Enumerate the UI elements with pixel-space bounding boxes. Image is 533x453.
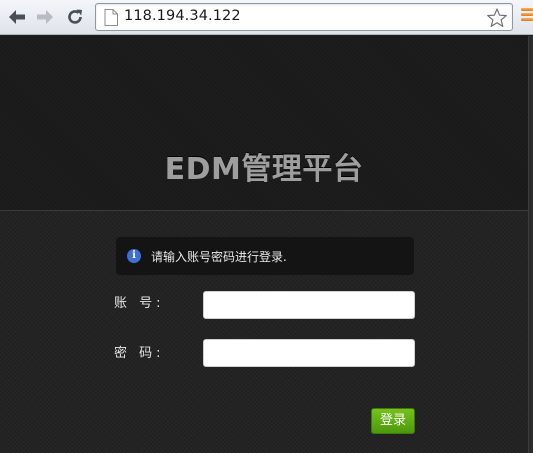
login-button[interactable]: 登录 <box>371 408 415 434</box>
menu-icon[interactable] <box>521 8 533 26</box>
forward-arrow-icon <box>37 10 53 24</box>
page-title: EDM管理平台 <box>164 152 364 187</box>
account-input[interactable] <box>203 291 415 319</box>
browser-toolbar: 118.194.34.122 <box>0 0 533 35</box>
page-icon <box>104 9 118 26</box>
info-icon: i <box>127 249 141 263</box>
reload-icon <box>68 9 82 24</box>
password-label: 密 码: <box>114 346 165 361</box>
header-band: EDM管理平台 <box>0 36 528 211</box>
login-page: EDM管理平台 i 请输入账号密码进行登录. 账 号: 密 码: 登录 <box>0 36 533 453</box>
password-input[interactable] <box>203 339 415 367</box>
info-alert: i 请输入账号密码进行登录. <box>116 237 414 275</box>
scrollbar[interactable] <box>528 36 533 453</box>
info-message: 请输入账号密码进行登录. <box>151 250 287 264</box>
address-bar[interactable]: 118.194.34.122 <box>95 3 513 31</box>
forward-button[interactable] <box>34 6 56 28</box>
account-label: 账 号: <box>114 296 165 311</box>
star-icon[interactable] <box>486 7 508 29</box>
back-button[interactable] <box>6 6 28 28</box>
reload-button[interactable] <box>64 6 86 28</box>
back-arrow-icon <box>9 10 25 24</box>
url-text: 118.194.34.122 <box>124 8 241 24</box>
